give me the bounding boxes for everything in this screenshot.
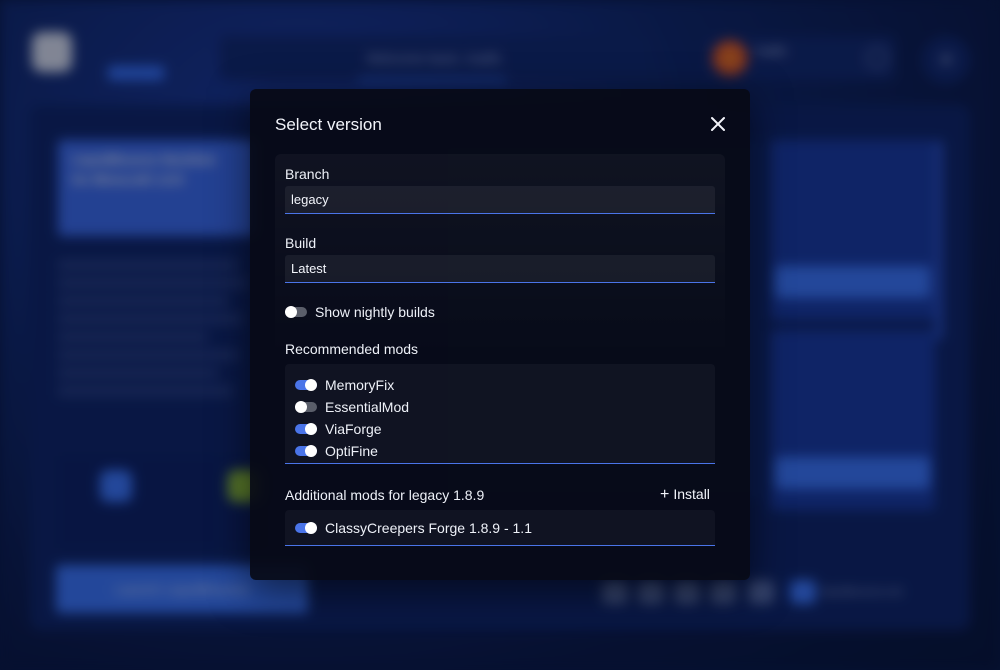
modal-title: Select version	[275, 115, 382, 134]
mod-toggle-essentialmod[interactable]	[295, 401, 317, 413]
recommended-mods-title: Recommended mods	[285, 341, 419, 357]
branch-label: Branch	[285, 166, 330, 182]
modal-body: Branch legacy Build Latest Show nightly …	[275, 154, 725, 564]
close-icon[interactable]	[705, 111, 731, 137]
mod-label: ViaForge	[325, 421, 382, 437]
mod-toggle-classycreepers[interactable]	[295, 522, 317, 534]
nightly-toggle[interactable]	[285, 306, 307, 318]
build-label: Build	[285, 235, 317, 251]
toggle-knob	[295, 401, 307, 413]
toggle-knob	[305, 379, 317, 391]
toggle-knob	[305, 445, 317, 457]
nightly-label: Show nightly builds	[315, 304, 435, 320]
install-label: Install	[673, 486, 710, 502]
toggle-knob	[285, 306, 297, 318]
branch-select[interactable]: legacy	[285, 186, 715, 214]
mod-label: EssentialMod	[325, 399, 410, 415]
mod-toggle-viaforge[interactable]	[295, 423, 317, 435]
mod-label: MemoryFix	[325, 377, 395, 393]
toggle-knob	[305, 423, 317, 435]
plus-icon: +	[660, 486, 670, 503]
mod-label: ClassyCreepers Forge 1.8.9 - 1.1	[325, 520, 532, 536]
mod-toggle-optifine[interactable]	[295, 445, 317, 457]
select-version-modal: Select version Branch legacy Build Lates…	[250, 89, 750, 580]
recommended-mods-list: MemoryFix EssentialMod ViaForge OptiFine	[285, 364, 715, 464]
additional-mods-title: Additional mods for legacy 1.8.9	[285, 487, 485, 503]
toggle-knob	[305, 522, 317, 534]
install-button[interactable]: + Install	[660, 486, 710, 504]
build-select[interactable]: Latest	[285, 255, 715, 283]
mod-toggle-memoryfix[interactable]	[295, 379, 317, 391]
additional-mods-list: ClassyCreepers Forge 1.8.9 - 1.1	[285, 510, 715, 546]
mod-label: OptiFine	[325, 443, 378, 459]
